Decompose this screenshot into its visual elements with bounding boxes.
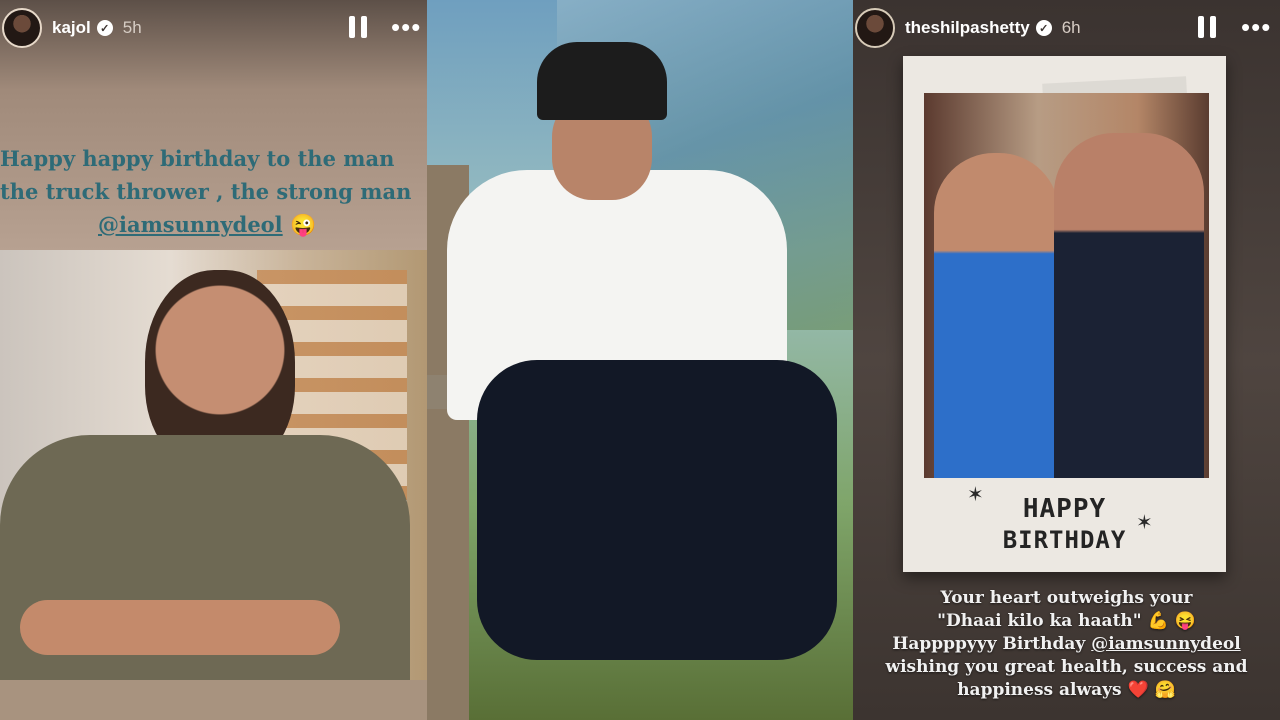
username[interactable]: theshilpashetty [905, 18, 1030, 38]
card-line-2: BIRTHDAY [1002, 526, 1127, 554]
story-header: kajol ✓ 5h ••• [0, 0, 427, 56]
verified-badge-icon: ✓ [1035, 20, 1052, 36]
caption-line-4: wishing you great health, success and [885, 657, 1248, 677]
caption-text: Happppyyy Birthday [892, 634, 1086, 654]
caption-text: happiness always [957, 680, 1122, 700]
more-icon[interactable]: ••• [1241, 14, 1271, 40]
story-panel-kajol: kajol ✓ 5h ••• Happy happy birthday to t… [0, 0, 427, 720]
mention-link[interactable]: @iamsunnydeol [98, 212, 283, 237]
caption-line-5: happiness always ❤️ 🤗 [853, 679, 1280, 702]
card-line-1: HAPPY [1022, 494, 1107, 524]
polaroid-frame: ✶ ✶ HAPPY BIRTHDAY [903, 56, 1226, 572]
avatar[interactable] [2, 8, 42, 48]
timestamp: 6h [1061, 18, 1081, 37]
caption-line-3: Happppyyy Birthday @iamsunnydeol [853, 633, 1280, 656]
story-photo [0, 250, 427, 680]
caption-text: "Dhaai kilo ka haath" [937, 611, 1142, 631]
caption-line-1: Your heart outweighs your [940, 588, 1193, 608]
person-woman [934, 153, 1059, 478]
emoji: 😜 [289, 212, 317, 237]
greeting-line-3: @iamsunnydeol 😜 [0, 208, 427, 241]
more-icon[interactable]: ••• [391, 14, 421, 40]
avatar[interactable] [855, 8, 895, 48]
birthday-card-text: HAPPY BIRTHDAY [903, 494, 1226, 554]
emoji: 🤗 [1154, 680, 1176, 700]
person-hat [537, 42, 667, 120]
mention-link[interactable]: @iamsunnydeol [1091, 634, 1241, 654]
person-arms [20, 600, 340, 655]
caption-line-2: "Dhaai kilo ka haath" 💪 😝 [853, 610, 1280, 633]
story-caption: Your heart outweighs your "Dhaai kilo ka… [853, 587, 1280, 702]
timestamp: 5h [122, 18, 142, 37]
greeting-line-2: the truck thrower , the strong man [0, 179, 412, 204]
story-bottom-bar [0, 680, 427, 720]
emoji: 😝 [1174, 611, 1196, 631]
emoji: 💪 [1147, 611, 1169, 631]
person-pants [477, 360, 837, 660]
emoji: ❤️ [1127, 680, 1149, 700]
verified-badge-icon: ✓ [96, 20, 113, 36]
pause-icon[interactable] [349, 16, 367, 38]
story-photo [924, 93, 1209, 478]
pause-icon[interactable] [1198, 16, 1216, 38]
story-header: theshilpashetty ✓ 6h ••• [853, 0, 1280, 56]
story-panel-photo [427, 0, 853, 720]
story-greeting-text: Happy happy birthday to the man the truc… [0, 142, 427, 241]
username[interactable]: kajol [52, 18, 91, 38]
greeting-line-1: Happy happy birthday to the man [0, 146, 395, 171]
person-man [1054, 133, 1204, 478]
story-panel-shilpa: theshilpashetty ✓ 6h ••• ✶ ✶ HAPPY BIRTH… [853, 0, 1280, 720]
